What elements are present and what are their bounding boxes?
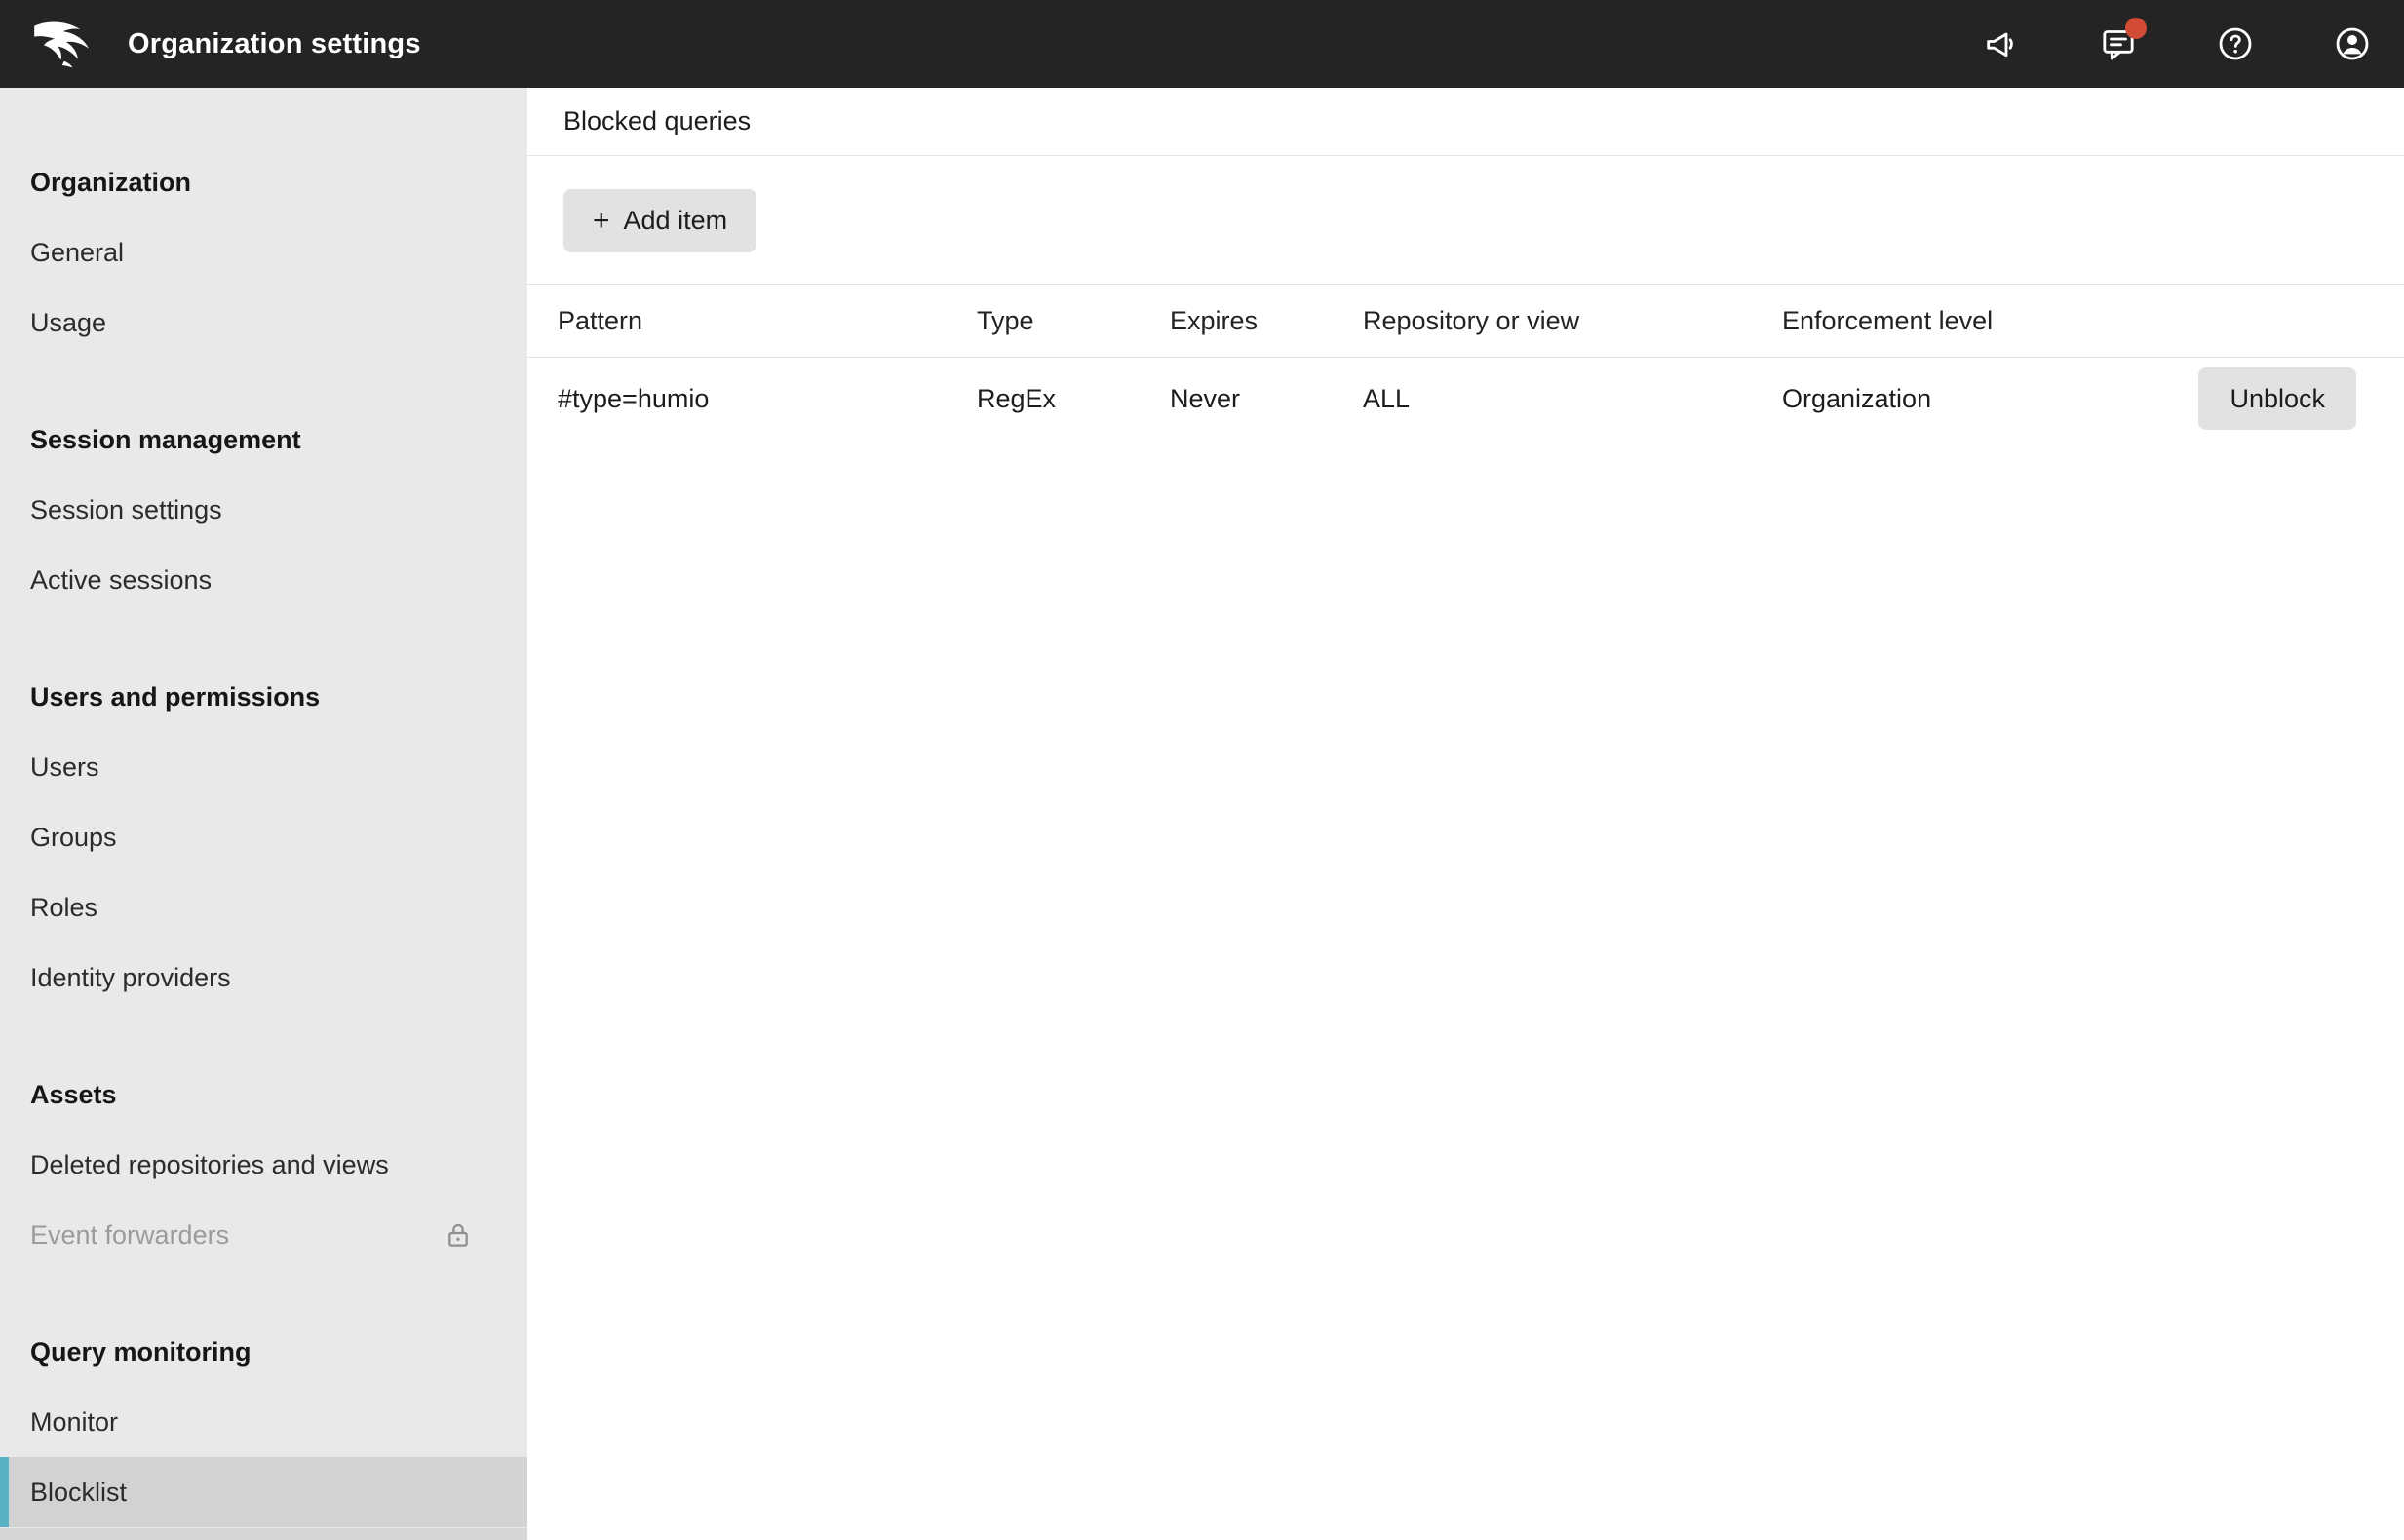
cell-pattern: #type=humio <box>558 383 710 413</box>
sidebar-heading-users-permissions: Users and permissions <box>30 681 321 712</box>
sidebar-section-users-permissions: Users and permissions Users Groups Roles… <box>0 662 527 1013</box>
col-header-pattern: Pattern <box>558 305 643 335</box>
table-header-row: Pattern Type Expires Repository or view … <box>527 284 2404 358</box>
sidebar-item-event-forwarders[interactable]: Event forwarders <box>0 1200 527 1270</box>
sidebar-scroll-edge <box>0 1528 527 1540</box>
add-item-label: Add item <box>623 206 728 235</box>
main-content: Blocked queries + Add item Pattern Type … <box>527 88 2404 1540</box>
sidebar-item-label: Blocklist <box>30 1477 128 1507</box>
cell-expires: Never <box>1170 383 1241 413</box>
sidebar-item-label: Users <box>30 751 99 782</box>
sidebar-item-label: Usage <box>30 307 107 337</box>
sidebar-section-organization: Organization General Usage <box>0 147 527 358</box>
sidebar-item-roles[interactable]: Roles <box>0 872 527 943</box>
sidebar-item-label: Groups <box>30 822 117 852</box>
account-icon[interactable] <box>2333 24 2372 63</box>
sidebar-item-monitor[interactable]: Monitor <box>0 1387 527 1457</box>
plus-icon: + <box>593 204 610 237</box>
sidebar-heading-assets: Assets <box>30 1079 117 1109</box>
page-title: Organization settings <box>128 27 421 59</box>
sidebar-item-label: Session settings <box>30 494 222 524</box>
blocked-queries-table: Pattern Type Expires Repository or view … <box>527 284 2404 440</box>
col-header-type: Type <box>977 305 1034 335</box>
sidebar-heading-organization: Organization <box>30 167 192 197</box>
crowdstrike-logo <box>32 19 100 69</box>
sidebar-item-label: Monitor <box>30 1406 119 1437</box>
sidebar-item-label: Identity providers <box>30 962 231 992</box>
lock-icon <box>443 1219 474 1251</box>
col-header-repository: Repository or view <box>1363 305 1580 335</box>
sidebar-item-label: General <box>30 237 125 267</box>
cell-enforcement: Organization <box>1782 383 1932 413</box>
table-row: #type=humio RegEx Never ALL Organization… <box>527 358 2404 440</box>
col-header-enforcement: Enforcement level <box>1782 305 1994 335</box>
sidebar-item-general[interactable]: General <box>0 217 527 288</box>
sidebar-section-query-monitoring: Query monitoring Monitor Blocklist <box>0 1317 527 1527</box>
sidebar-section-session-management: Session management Session settings Acti… <box>0 404 527 615</box>
sidebar-item-active-sessions[interactable]: Active sessions <box>0 545 527 615</box>
topbar: Organization settings <box>0 0 2404 88</box>
unblock-button[interactable]: Unblock <box>2198 367 2356 430</box>
sidebar-item-usage[interactable]: Usage <box>0 288 527 358</box>
col-header-expires: Expires <box>1170 305 1259 335</box>
toolbar: + Add item <box>527 156 2404 252</box>
sidebar-item-deleted-repositories[interactable]: Deleted repositories and views <box>0 1130 527 1200</box>
sidebar-item-blocklist[interactable]: Blocklist <box>0 1457 527 1527</box>
sidebar-item-label: Deleted repositories and views <box>30 1149 389 1179</box>
cell-repository: ALL <box>1363 383 1411 413</box>
help-icon[interactable] <box>2216 24 2255 63</box>
add-item-button[interactable]: + Add item <box>563 189 757 252</box>
cell-type: RegEx <box>977 383 1057 413</box>
sidebar-section-assets: Assets Deleted repositories and views Ev… <box>0 1059 527 1270</box>
settings-sidebar: Organization General Usage Session manag… <box>0 88 527 1540</box>
main-header: Blocked queries <box>527 88 2404 156</box>
sidebar-heading-query-monitoring: Query monitoring <box>30 1336 252 1367</box>
sidebar-item-groups[interactable]: Groups <box>0 802 527 872</box>
section-title: Blocked queries <box>563 106 752 135</box>
sidebar-item-session-settings[interactable]: Session settings <box>0 475 527 545</box>
sidebar-item-users[interactable]: Users <box>0 732 527 802</box>
feedback-icon[interactable] <box>2099 18 2147 63</box>
sidebar-item-identity-providers[interactable]: Identity providers <box>0 943 527 1013</box>
announcement-icon[interactable] <box>1982 24 2021 63</box>
sidebar-heading-session-management: Session management <box>30 424 301 454</box>
sidebar-item-label: Event forwarders <box>30 1219 230 1250</box>
topbar-icons <box>1982 18 2372 63</box>
notification-dot <box>2125 18 2147 39</box>
sidebar-item-label: Roles <box>30 892 98 922</box>
sidebar-item-label: Active sessions <box>30 564 213 595</box>
